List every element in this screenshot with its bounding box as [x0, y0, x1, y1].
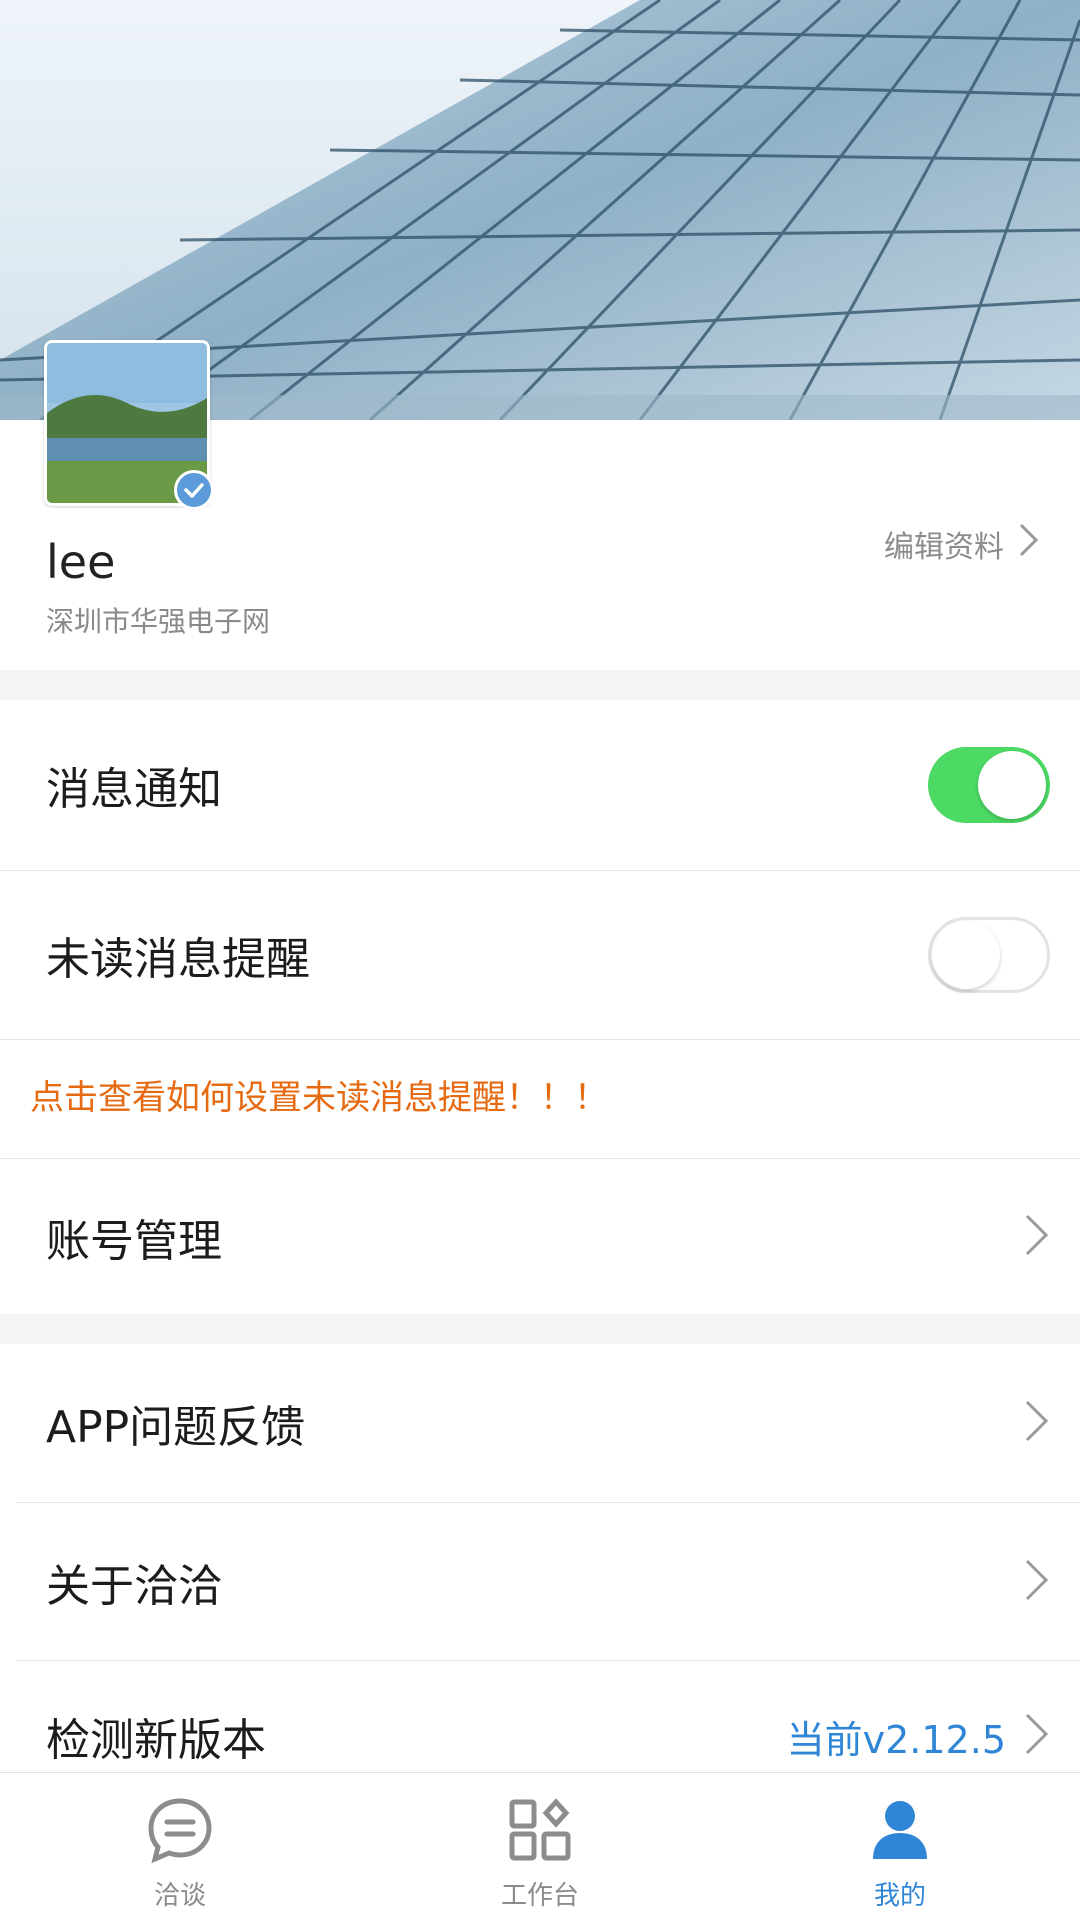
- message-notify-toggle[interactable]: [928, 747, 1050, 823]
- username: lee: [46, 535, 116, 589]
- edit-profile-link[interactable]: 编辑资料: [884, 522, 1040, 566]
- tab-chat[interactable]: 洽谈: [0, 1773, 360, 1921]
- bottom-tab-bar: 洽谈 工作台 我的: [0, 1772, 1080, 1921]
- account-manage-label: 账号管理: [46, 1215, 222, 1267]
- chevron-right-icon: [1024, 1712, 1050, 1760]
- user-icon: [865, 1797, 935, 1867]
- tab-chat-label: 洽谈: [153, 1881, 206, 1911]
- check-update-label: 检测新版本: [46, 1715, 266, 1766]
- feedback-row[interactable]: APP问题反馈: [0, 1344, 1080, 1502]
- message-notify-row: 消息通知: [0, 700, 1080, 870]
- chevron-right-icon: [1024, 1558, 1050, 1606]
- workbench-icon: [505, 1797, 575, 1867]
- section-gap: [0, 1314, 1080, 1344]
- about-row[interactable]: 关于洽洽: [0, 1503, 1080, 1660]
- chat-icon: [145, 1797, 215, 1867]
- unread-reminder-help-link[interactable]: 点击查看如何设置未读消息提醒！！！: [30, 1070, 608, 1119]
- tab-mine[interactable]: 我的: [720, 1773, 1080, 1921]
- message-notify-label: 消息通知: [46, 764, 222, 815]
- chevron-right-icon: [1018, 522, 1040, 566]
- divider: [0, 1039, 1080, 1040]
- current-version: 当前v2.12.5: [786, 1717, 1006, 1762]
- unread-reminder-label: 未读消息提醒: [46, 934, 310, 985]
- chevron-right-icon: [1024, 1213, 1050, 1261]
- feedback-label: APP问题反馈: [46, 1402, 306, 1453]
- account-manage-row[interactable]: 账号管理: [0, 1159, 1080, 1314]
- verified-badge-icon: [174, 470, 214, 510]
- chevron-right-icon: [1024, 1399, 1050, 1447]
- edit-profile-label: 编辑资料: [884, 530, 1004, 565]
- unread-reminder-row: 未读消息提醒: [0, 871, 1080, 1039]
- tab-mine-label: 我的: [873, 1881, 926, 1911]
- company-name: 深圳市华强电子网: [46, 605, 271, 638]
- about-label: 关于洽洽: [46, 1560, 222, 1612]
- unread-reminder-toggle[interactable]: [928, 917, 1050, 993]
- tab-workbench-label: 工作台: [500, 1881, 579, 1911]
- tab-workbench[interactable]: 工作台: [360, 1773, 720, 1921]
- section-gap: [0, 670, 1080, 700]
